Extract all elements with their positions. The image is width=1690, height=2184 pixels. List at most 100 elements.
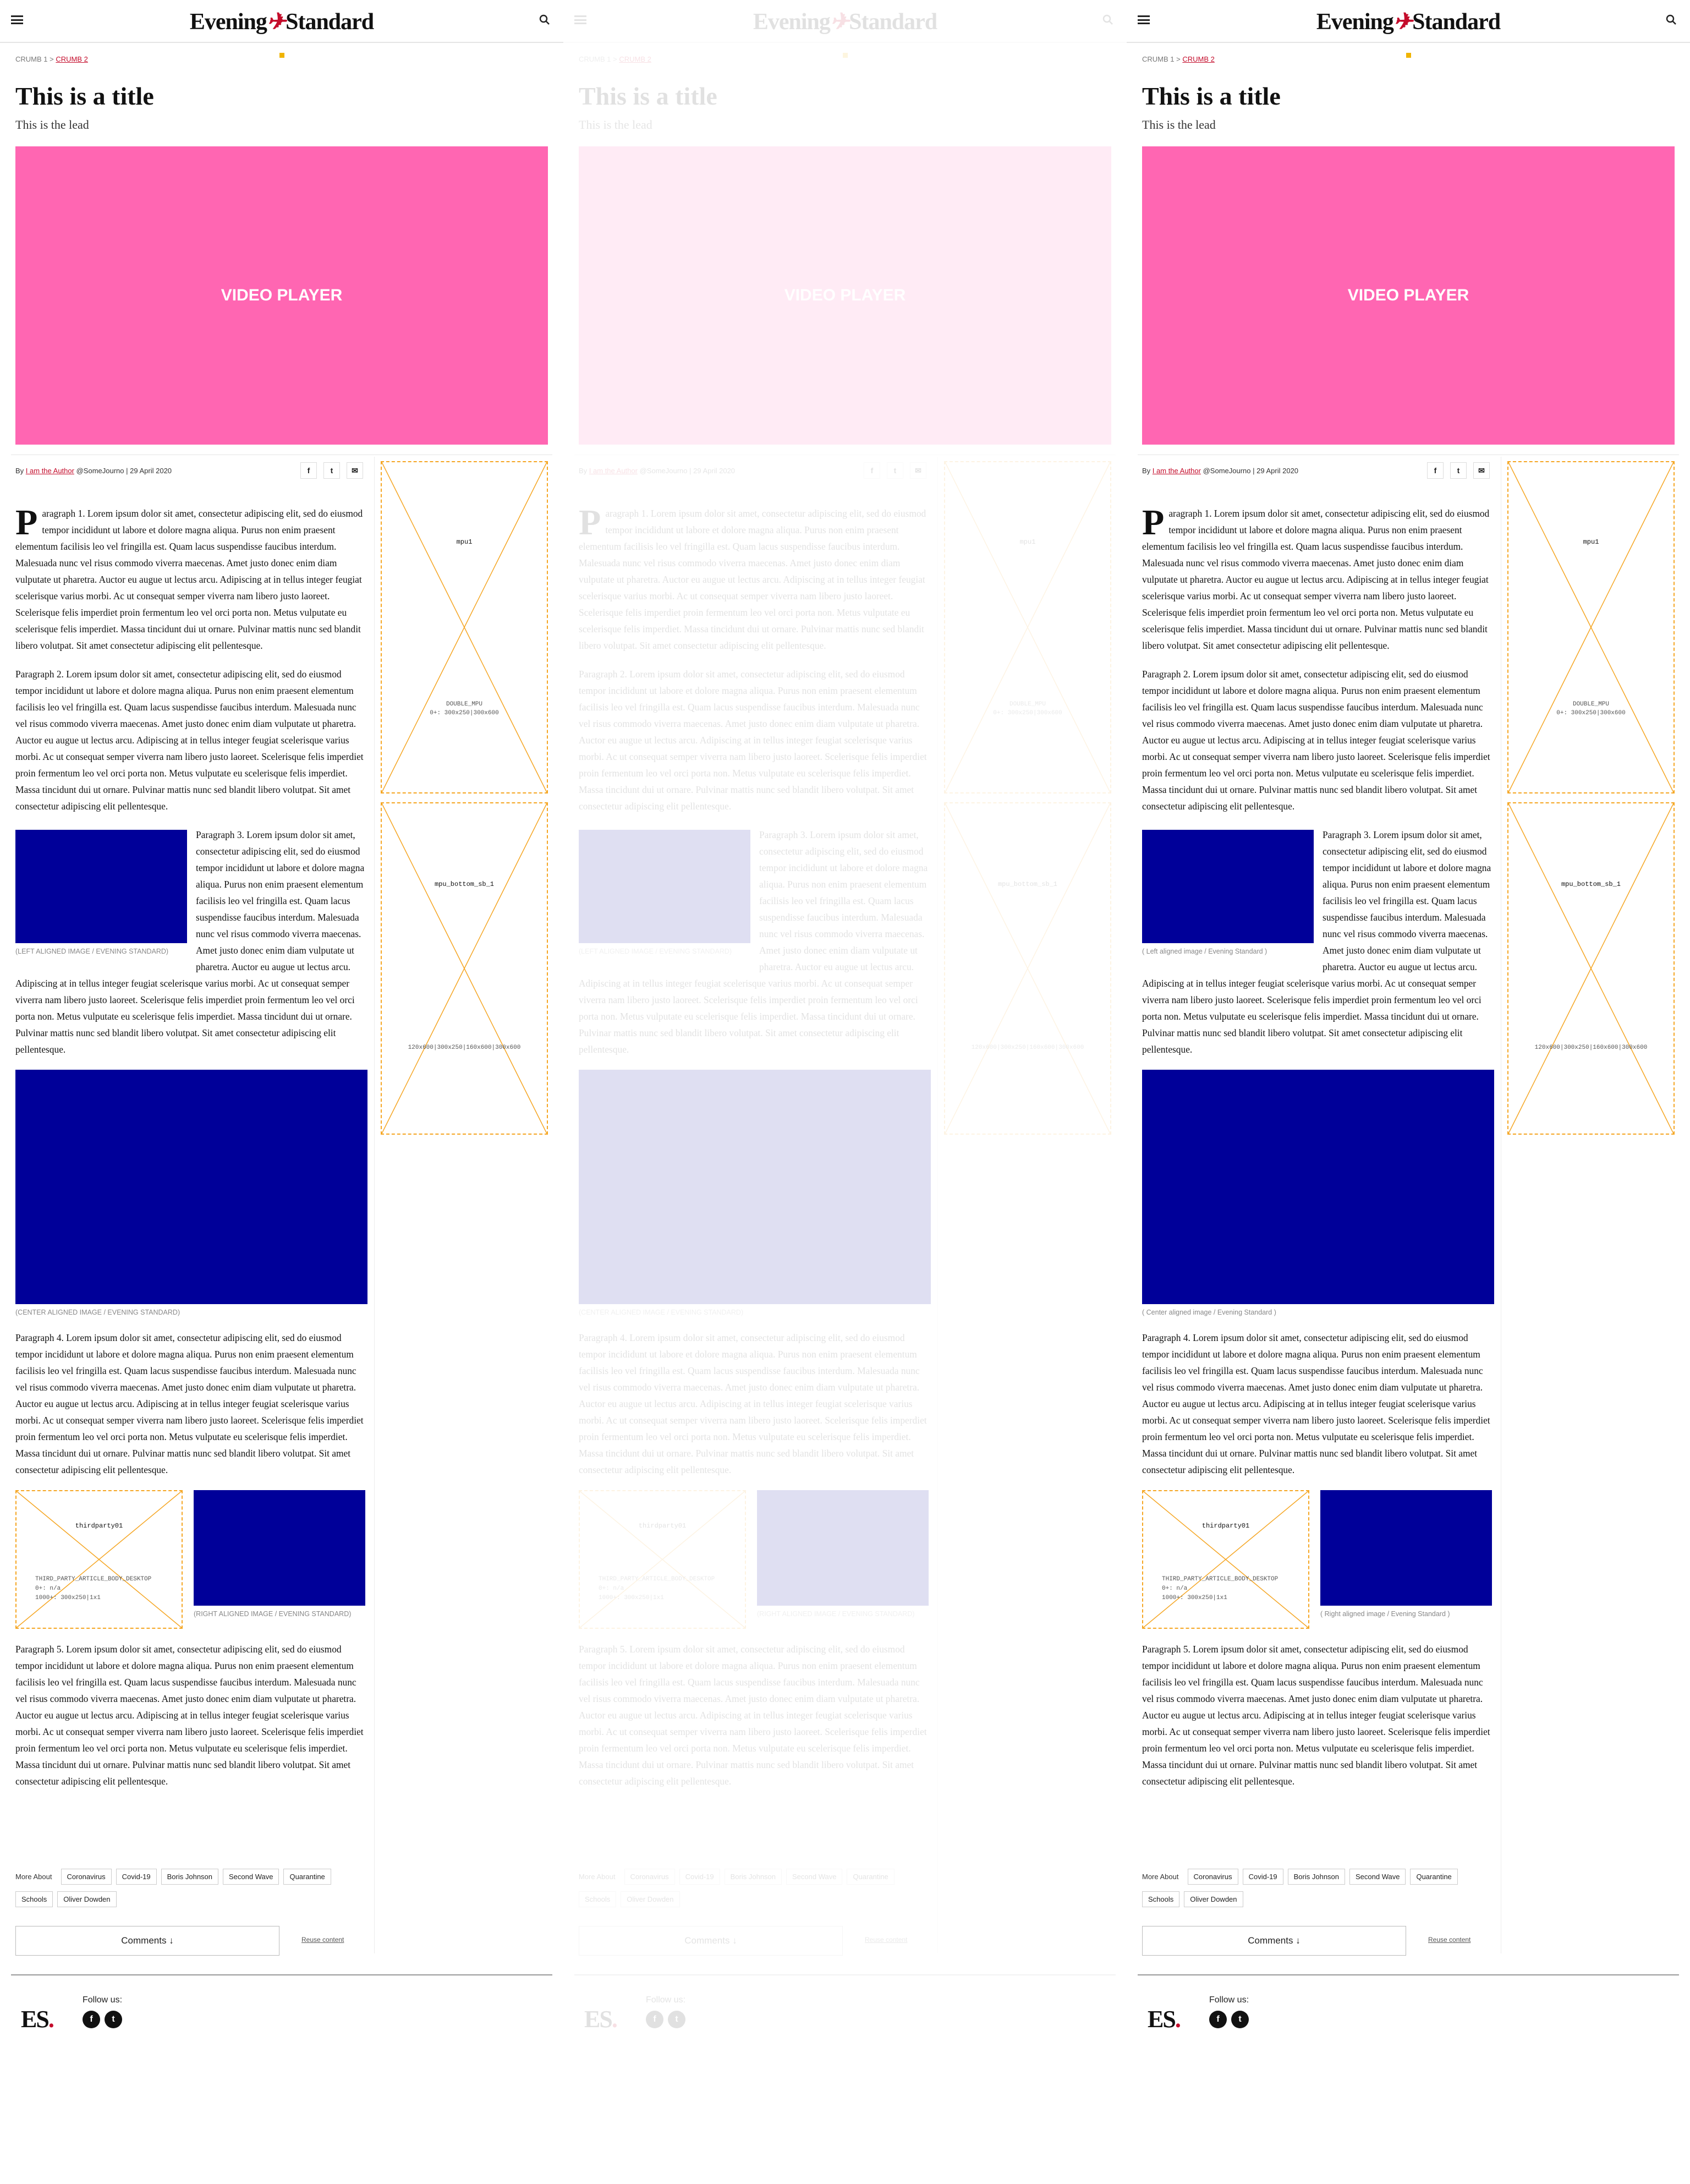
- footer-social: f t: [83, 2011, 122, 2028]
- comments-button[interactable]: Comments ↓: [15, 1926, 279, 1956]
- video-player[interactable]: VIDEO PLAYER: [15, 146, 548, 445]
- article-body: Paragraph 1. Lorem ipsum dolor sit amet,…: [1142, 505, 1494, 1802]
- byline: By I am the Author @SomeJourno | 29 Apri…: [579, 467, 735, 475]
- tag-chip[interactable]: Second Wave: [223, 1869, 279, 1885]
- reuse-content-link[interactable]: Reuse content: [1428, 1936, 1470, 1944]
- ad-slot-name: mpu1: [1019, 538, 1036, 546]
- twitter-icon[interactable]: t: [105, 2011, 122, 2028]
- twitter-share-icon[interactable]: t: [1450, 462, 1467, 479]
- author-handle[interactable]: @SomeJourno: [76, 467, 124, 475]
- tag-chip[interactable]: Coronavirus: [61, 1869, 112, 1885]
- email-share-icon[interactable]: ✉: [910, 462, 926, 479]
- site-logo[interactable]: Evening✈Standard: [563, 8, 1127, 35]
- email-share-icon[interactable]: ✉: [1473, 462, 1490, 479]
- breadcrumb-item-1[interactable]: CRUMB 1: [15, 55, 48, 63]
- tag-chip[interactable]: Schools: [15, 1891, 53, 1907]
- tag-chip[interactable]: Coronavirus: [624, 1869, 675, 1885]
- breadcrumb-item-1[interactable]: CRUMB 1: [1142, 55, 1175, 63]
- video-player[interactable]: VIDEO PLAYER: [579, 146, 1111, 445]
- share-buttons: f t ✉: [864, 462, 926, 479]
- ad-slot-name: mpu1: [1583, 538, 1599, 546]
- video-player-label: VIDEO PLAYER: [221, 286, 343, 304]
- media-row: thirdparty01 THIRD_PARTY_ARTICLE_BODY_DE…: [579, 1490, 931, 1629]
- comments-button[interactable]: Comments ↓: [1142, 1926, 1406, 1956]
- tag-chip[interactable]: Oliver Dowden: [621, 1891, 680, 1907]
- tag-chip[interactable]: Quarantine: [283, 1869, 331, 1885]
- breadcrumb-item-1[interactable]: CRUMB 1: [579, 55, 611, 63]
- ad-slot-name: mpu1: [456, 538, 473, 546]
- reuse-content-link[interactable]: Reuse content: [865, 1936, 907, 1944]
- mpu-bottom-ad-slot[interactable]: mpu_bottom_sb_1 120x600|300x250|160x600|…: [944, 802, 1111, 1135]
- image-caption: (CENTER ALIGNED IMAGE / EVENING STANDARD…: [15, 1309, 180, 1316]
- tag-chip[interactable]: Boris Johnson: [161, 1869, 219, 1885]
- tag-chip[interactable]: Second Wave: [1349, 1869, 1406, 1885]
- tag-chip[interactable]: Covid-19: [1242, 1869, 1283, 1885]
- twitter-share-icon[interactable]: t: [323, 462, 340, 479]
- tag-chip[interactable]: Schools: [1142, 1891, 1180, 1907]
- tag-chip[interactable]: Oliver Dowden: [57, 1891, 117, 1907]
- third-party-ad-slot[interactable]: thirdparty01 THIRD_PARTY_ARTICLE_BODY_DE…: [1142, 1490, 1309, 1629]
- third-party-ad-slot[interactable]: thirdparty01 THIRD_PARTY_ARTICLE_BODY_DE…: [15, 1490, 183, 1629]
- ad-slot-name: mpu_bottom_sb_1: [434, 880, 495, 888]
- facebook-icon[interactable]: f: [1209, 2011, 1227, 2028]
- site-logo[interactable]: Evening✈Standard: [0, 8, 563, 35]
- facebook-share-icon[interactable]: f: [300, 462, 317, 479]
- ad-slot-details: THIRD_PARTY_ARTICLE_BODY_DESKTOP 0+: n/a 1…: [1162, 1576, 1279, 1601]
- ad-slot-details: DOUBLE_MPU 0+: 300x250|300x600: [1556, 701, 1626, 716]
- author-link[interactable]: I am the Author: [26, 467, 74, 475]
- search-icon[interactable]: [539, 14, 550, 25]
- reuse-content-link[interactable]: Reuse content: [301, 1936, 344, 1944]
- mpu1-ad-slot[interactable]: mpu1 DOUBLE_MPU 0+: 300x250|300x600: [944, 461, 1111, 793]
- image-caption: (RIGHT ALIGNED IMAGE / EVENING STANDARD): [194, 1610, 352, 1618]
- tag-chip[interactable]: Boris Johnson: [724, 1869, 782, 1885]
- tag-chip[interactable]: Oliver Dowden: [1184, 1891, 1243, 1907]
- author-link[interactable]: I am the Author: [1153, 467, 1201, 475]
- tag-chip[interactable]: Second Wave: [786, 1869, 843, 1885]
- tag-chip[interactable]: Covid-19: [116, 1869, 157, 1885]
- byline: By I am the Author @SomeJourno | 29 Apri…: [15, 467, 172, 475]
- email-share-icon[interactable]: ✉: [347, 462, 363, 479]
- page-title: This is a title: [15, 82, 154, 110]
- tag-chip[interactable]: Quarantine: [1410, 1869, 1458, 1885]
- facebook-icon[interactable]: f: [83, 2011, 100, 2028]
- author-handle[interactable]: @SomeJourno: [640, 467, 688, 475]
- comments-button[interactable]: Comments ↓: [579, 1926, 843, 1956]
- site-logo[interactable]: Evening✈Standard: [1127, 8, 1690, 35]
- facebook-share-icon[interactable]: f: [864, 462, 880, 479]
- third-party-ad-slot[interactable]: thirdparty01 THIRD_PARTY_ARTICLE_BODY_DE…: [579, 1490, 746, 1629]
- author-link[interactable]: I am the Author: [589, 467, 638, 475]
- image-placeholder: [194, 1490, 365, 1606]
- breadcrumb-item-2[interactable]: CRUMB 2: [619, 55, 651, 63]
- twitter-icon[interactable]: t: [1231, 2011, 1249, 2028]
- facebook-share-icon[interactable]: f: [1427, 462, 1444, 479]
- footer-social: f t: [1209, 2011, 1249, 2028]
- mpu-bottom-ad-slot[interactable]: mpu_bottom_sb_1 120x600|300x250|160x600|…: [1507, 802, 1675, 1135]
- facebook-icon[interactable]: f: [646, 2011, 663, 2028]
- tag-chip[interactable]: Quarantine: [847, 1869, 895, 1885]
- search-icon[interactable]: [1102, 14, 1113, 25]
- tag-chip[interactable]: Schools: [579, 1891, 617, 1907]
- twitter-icon[interactable]: t: [668, 2011, 685, 2028]
- ad-slot-name: thirdparty01: [1201, 1522, 1250, 1530]
- topic-tags: More About Coronavirus Covid-19 Boris Jo…: [579, 1869, 931, 1907]
- video-player[interactable]: VIDEO PLAYER: [1142, 146, 1675, 445]
- mpu-bottom-ad-slot[interactable]: mpu_bottom_sb_1 120x600|300x250|160x600|…: [381, 802, 548, 1135]
- twitter-share-icon[interactable]: t: [887, 462, 903, 479]
- byline-divider: |: [1253, 467, 1255, 475]
- search-icon[interactable]: [1666, 14, 1677, 25]
- image-placeholder: [579, 1070, 931, 1304]
- footer-logo[interactable]: ES.: [21, 2005, 54, 2033]
- tag-chip[interactable]: Coronavirus: [1187, 1869, 1238, 1885]
- footer-logo[interactable]: ES.: [584, 2005, 618, 2033]
- mpu1-ad-slot[interactable]: mpu1 DOUBLE_MPU 0+: 300x250|300x600: [381, 461, 548, 793]
- tag-chip[interactable]: Covid-19: [679, 1869, 720, 1885]
- author-handle[interactable]: @SomeJourno: [1203, 467, 1251, 475]
- right-aligned-image: (RIGHT ALIGNED IMAGE / EVENING STANDARD): [757, 1490, 929, 1629]
- left-aligned-image: (LEFT ALIGNED IMAGE / EVENING STANDARD): [15, 830, 187, 956]
- footer-logo[interactable]: ES.: [1148, 2005, 1181, 2033]
- breadcrumb-item-2[interactable]: CRUMB 2: [56, 55, 88, 63]
- tag-chip[interactable]: Boris Johnson: [1287, 1869, 1346, 1885]
- breadcrumb-item-2[interactable]: CRUMB 2: [1182, 55, 1215, 63]
- publish-date: 29 April 2020: [693, 467, 736, 475]
- mpu1-ad-slot[interactable]: mpu1 DOUBLE_MPU 0+: 300x250|300x600: [1507, 461, 1675, 793]
